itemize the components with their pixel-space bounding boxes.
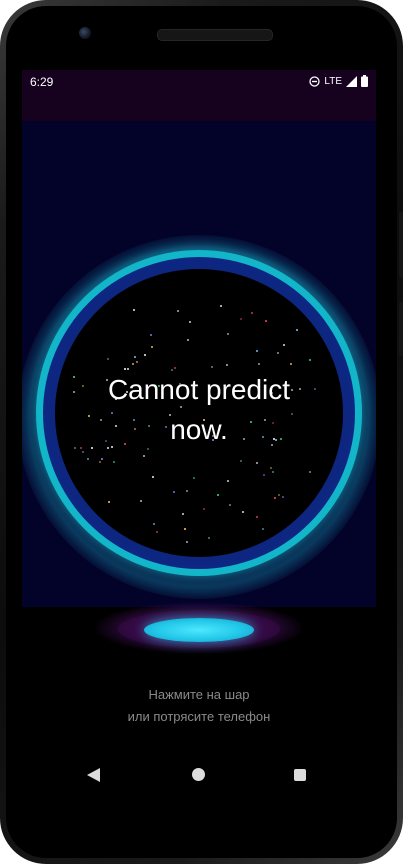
star-particle xyxy=(277,493,280,496)
status-bar: 6:29 LTE xyxy=(22,70,376,94)
app-toolbar xyxy=(22,94,376,121)
star-particle xyxy=(150,333,152,336)
star-particle xyxy=(134,355,136,358)
status-icons: LTE xyxy=(309,75,368,87)
star-particle xyxy=(203,508,206,511)
star-particle xyxy=(182,512,185,515)
star-particle xyxy=(151,345,154,348)
star-particle xyxy=(113,460,116,463)
star-particle xyxy=(82,451,85,453)
star-particle xyxy=(188,321,191,323)
status-time: 6:29 xyxy=(30,75,54,89)
star-particle xyxy=(174,366,177,369)
star-particle xyxy=(258,363,261,365)
star-particle xyxy=(152,475,155,478)
battery-icon xyxy=(361,75,368,87)
navigation-bar xyxy=(22,760,376,790)
star-particle xyxy=(187,339,190,342)
star-particle xyxy=(72,376,75,379)
star-particle xyxy=(185,541,188,544)
star-particle xyxy=(240,460,242,463)
star-particle xyxy=(186,490,189,493)
star-particle xyxy=(207,536,210,539)
star-particle xyxy=(277,351,280,354)
star-particle xyxy=(153,523,156,526)
star-particle xyxy=(100,457,103,460)
star-particle xyxy=(177,309,180,312)
back-icon[interactable] xyxy=(87,768,100,782)
power-button xyxy=(399,212,403,278)
star-particle xyxy=(271,471,274,473)
earpiece-speaker xyxy=(157,29,273,41)
network-type: LTE xyxy=(324,75,342,87)
star-particle xyxy=(132,362,135,365)
star-particle xyxy=(136,360,138,363)
star-particle xyxy=(308,358,311,361)
star-particle xyxy=(86,458,89,461)
signal-icon xyxy=(346,75,357,87)
star-particle xyxy=(227,480,230,482)
star-particle xyxy=(184,527,187,530)
star-particle xyxy=(99,460,102,463)
star-particle xyxy=(211,365,214,368)
star-particle xyxy=(219,305,222,308)
star-particle xyxy=(265,319,268,322)
star-particle xyxy=(226,332,229,335)
star-particle xyxy=(242,510,245,513)
star-particle xyxy=(251,312,254,314)
star-particle xyxy=(282,344,285,347)
star-particle xyxy=(225,364,228,367)
star-particle xyxy=(256,462,259,465)
star-particle xyxy=(262,473,265,476)
star-particle xyxy=(217,493,219,496)
star-particle xyxy=(72,390,75,393)
star-particle xyxy=(107,501,110,504)
star-particle xyxy=(142,455,145,458)
instruction-line-2: или потрясите телефон xyxy=(127,709,271,724)
star-particle xyxy=(296,329,299,332)
star-particle xyxy=(256,350,259,353)
do-not-disturb-icon xyxy=(309,75,321,87)
star-particle xyxy=(156,531,159,534)
instruction-text: Нажмите на шар или потрясите телефон xyxy=(22,684,376,728)
star-particle xyxy=(144,354,147,357)
star-particle xyxy=(273,496,276,499)
star-particle xyxy=(261,528,264,530)
star-particle xyxy=(282,496,285,499)
star-particle xyxy=(73,446,76,449)
screen: 6:29 LTE Cannot predict now. Нажмите на … xyxy=(22,70,376,810)
star-particle xyxy=(269,466,272,469)
star-particle xyxy=(172,490,175,493)
prediction-answer: Cannot predict now. xyxy=(107,374,291,445)
star-particle xyxy=(140,499,143,502)
star-particle xyxy=(255,516,258,519)
home-icon[interactable] xyxy=(192,768,205,781)
front-camera xyxy=(79,27,91,39)
volume-button xyxy=(399,302,403,356)
star-particle xyxy=(239,317,242,320)
pedestal xyxy=(144,618,254,642)
star-particle xyxy=(228,504,231,507)
star-particle xyxy=(133,308,136,311)
star-particle xyxy=(193,477,196,479)
recent-apps-icon[interactable] xyxy=(294,769,306,781)
star-particle xyxy=(290,363,293,366)
star-particle xyxy=(308,470,311,473)
phone-frame: 6:29 LTE Cannot predict now. Нажмите на … xyxy=(0,0,403,864)
star-particle xyxy=(107,357,110,360)
instruction-line-1: Нажмите на шар xyxy=(148,687,250,702)
